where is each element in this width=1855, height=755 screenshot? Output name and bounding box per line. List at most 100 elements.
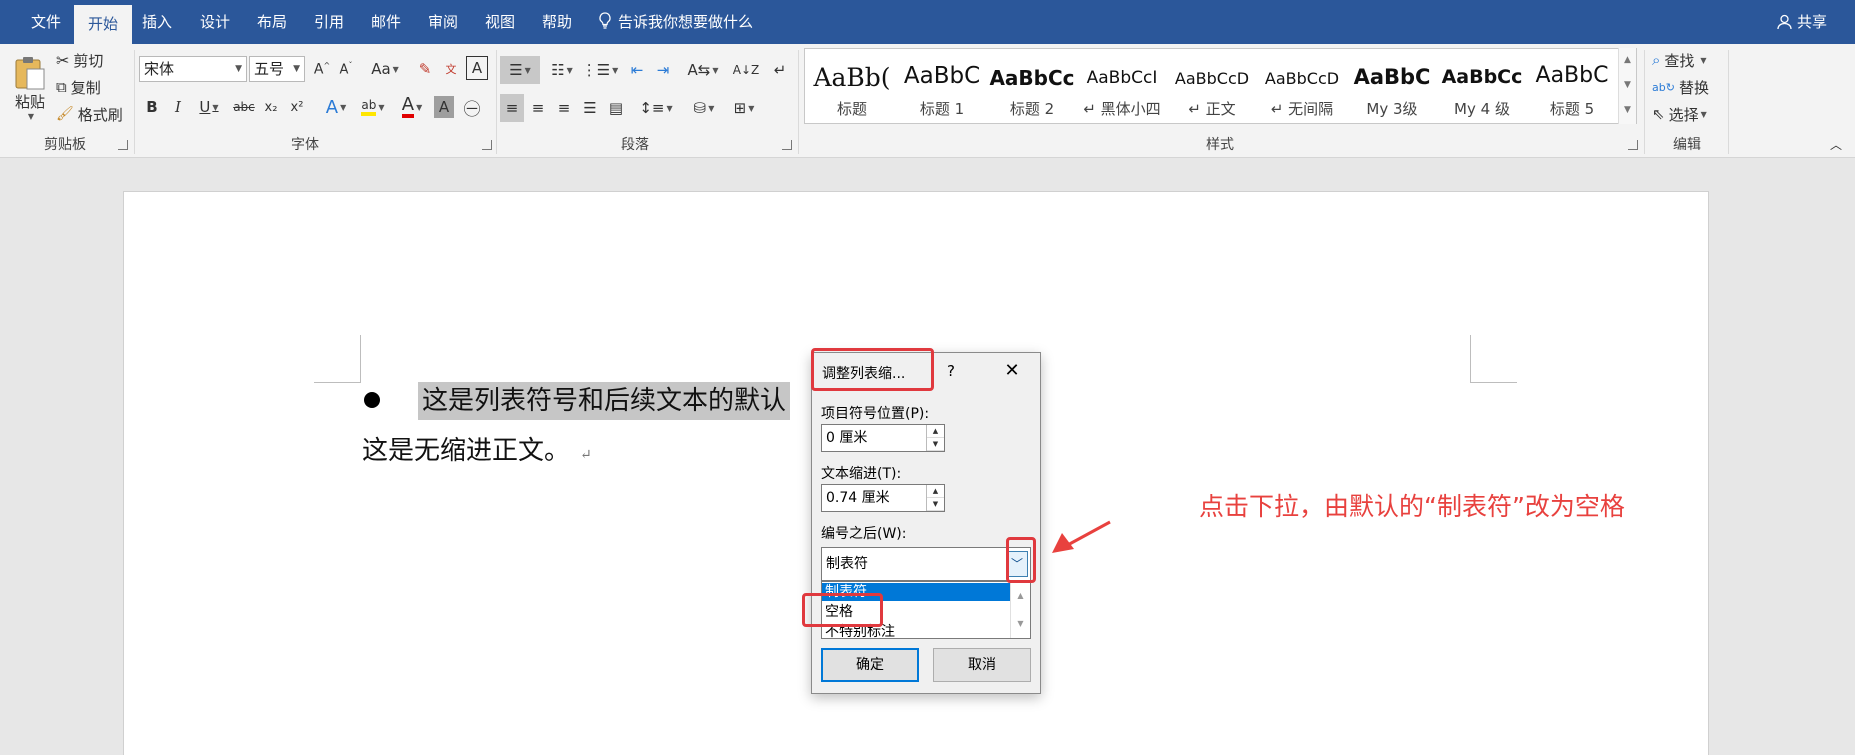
tell-me-search[interactable]: 告诉我你想要做什么 (598, 0, 753, 44)
chevron-down-icon: ▼ (712, 65, 719, 75)
bullet-position-spinner[interactable]: 0 厘米 ▲ ▼ (821, 424, 945, 452)
scroll-up-icon[interactable]: ▲ (1011, 582, 1030, 610)
style-item[interactable]: AaBbCc 标题 2 (987, 49, 1077, 123)
spin-down-icon[interactable]: ▼ (927, 498, 944, 511)
text-indent-spinner[interactable]: 0.74 厘米 ▲ ▼ (821, 484, 945, 512)
phonetic-guide-button[interactable]: 文 (440, 56, 462, 82)
change-case-button[interactable]: Aa ▼ (368, 56, 402, 82)
scroll-up-icon[interactable]: ▲ (1619, 48, 1636, 73)
grow-font-button[interactable]: A^ (312, 56, 332, 82)
shrink-font-button[interactable]: Aˇ (336, 56, 356, 82)
tab-design[interactable]: 设计 (190, 0, 240, 44)
copy-icon: ⧉ (56, 78, 67, 96)
scroll-down-icon[interactable]: ▼ (1011, 610, 1030, 638)
show-hide-marks-button[interactable]: ↵ (768, 56, 792, 84)
underline-button[interactable]: U ▼ (194, 94, 224, 120)
style-item[interactable]: AaBbC My 3级 (1347, 49, 1437, 123)
shading-button[interactable]: ⛁ ▼ (686, 94, 722, 122)
tab-insert[interactable]: 插入 (132, 0, 182, 44)
enclose-characters-button[interactable]: ㊀ (460, 94, 484, 120)
bullets-button[interactable]: ☰ ▼ (500, 56, 540, 84)
select-button[interactable]: ⇖ 选择 ▼ (1652, 102, 1707, 126)
selected-list-text[interactable]: 这是列表符号和后续文本的默认 (418, 382, 791, 420)
character-shading-button[interactable]: A (434, 96, 454, 118)
clipboard-launcher-icon[interactable] (118, 140, 128, 150)
justify-button[interactable]: ☰ (578, 94, 602, 122)
align-left-button[interactable]: ≡ (500, 94, 524, 122)
tab-help[interactable]: 帮助 (532, 0, 582, 44)
sort-button[interactable]: A↓Z (733, 56, 759, 84)
tab-home[interactable]: 开始 (74, 5, 132, 44)
style-item[interactable]: AaBbCcD ↵ 正文 (1167, 49, 1257, 123)
align-center-button[interactable]: ≡ (526, 94, 550, 122)
italic-button[interactable]: I (168, 94, 188, 120)
highlight-button[interactable]: ab ▼ (356, 94, 390, 120)
options-scrollbar[interactable]: ▲ ▼ (1010, 582, 1030, 638)
strikethrough-button[interactable]: abc (230, 94, 258, 120)
style-item[interactable]: AaBb(标题 (807, 49, 897, 123)
font-name-combo[interactable]: 宋体 ▼ (139, 56, 247, 82)
spin-up-icon[interactable]: ▲ (927, 485, 944, 498)
character-border-icon: A (471, 59, 483, 77)
text-effects-button[interactable]: A ▼ (320, 94, 352, 120)
tab-mailings[interactable]: 邮件 (361, 0, 411, 44)
style-item[interactable]: AaBbC 标题 5 (1527, 49, 1617, 123)
numbered-list-icon: ☷ (551, 61, 565, 79)
font-launcher-icon[interactable] (482, 140, 492, 150)
body-paragraph[interactable]: 这是无缩进正文。 ↵ (362, 430, 592, 467)
format-painter-button[interactable]: 🖌 格式刷 (56, 102, 123, 126)
chevron-up-icon: ︿ (1829, 137, 1842, 152)
tab-review[interactable]: 审阅 (418, 0, 468, 44)
numbering-button[interactable]: ☷ ▼ (544, 56, 580, 84)
line-spacing-button[interactable]: ↕≡ ▼ (638, 94, 674, 122)
cancel-button[interactable]: 取消 (933, 648, 1031, 682)
tab-references[interactable]: 引用 (304, 0, 354, 44)
spin-down-icon[interactable]: ▼ (927, 438, 944, 451)
decrease-indent-button[interactable]: ⇤ (626, 56, 648, 84)
copy-button[interactable]: ⧉ 复制 (56, 75, 101, 99)
tab-view[interactable]: 视图 (475, 0, 525, 44)
decrease-indent-icon: ⇤ (630, 61, 644, 79)
character-border-button[interactable]: A (466, 56, 488, 80)
font-color-button[interactable]: A ▼ (396, 94, 428, 120)
styles-gallery-scroller[interactable]: ▲ ▼ ▼ (1618, 48, 1636, 124)
find-button[interactable]: ⌕ 查找 ▼ (1652, 48, 1707, 72)
styles-launcher-icon[interactable] (1628, 140, 1638, 150)
align-right-button[interactable]: ≡ (552, 94, 576, 122)
spin-up-icon[interactable]: ▲ (927, 425, 944, 438)
ok-button[interactable]: 确定 (821, 648, 919, 682)
dialog-close-button[interactable]: ✕ (1002, 361, 1022, 381)
style-item[interactable]: AaBbCcI ↵ 黑体小四 (1077, 49, 1167, 123)
scroll-down-icon[interactable]: ▼ (1619, 73, 1636, 98)
bullet-dot-icon (364, 392, 380, 408)
style-item[interactable]: AaBbCcD ↵ 无间隔 (1257, 49, 1347, 123)
font-size-combo[interactable]: 五号 ▼ (249, 56, 305, 82)
tab-file[interactable]: 文件 (18, 0, 74, 44)
replace-button[interactable]: ab↻ 替换 (1652, 75, 1709, 99)
paste-button[interactable]: 粘贴 ▼ (8, 50, 52, 126)
distributed-button[interactable]: ▤ (604, 94, 628, 122)
style-item[interactable]: AaBbC 标题 1 (897, 49, 987, 123)
gallery-expand-icon[interactable]: ▼ (1619, 98, 1636, 123)
collapse-ribbon-button[interactable]: ︿ (1826, 136, 1846, 152)
subscript-button[interactable]: x₂ (260, 94, 282, 120)
share-button[interactable]: 共享 (1777, 0, 1827, 44)
superscript-button[interactable]: x² (286, 94, 308, 120)
style-item[interactable]: AaBbCc My 4 级 (1437, 49, 1527, 123)
text-effects-icon: A (325, 96, 339, 118)
bold-button[interactable]: B (142, 94, 162, 120)
paragraph-launcher-icon[interactable] (782, 140, 792, 150)
tab-layout[interactable]: 布局 (247, 0, 297, 44)
follow-number-combo[interactable]: 制表符 ﹀ (821, 547, 1031, 581)
chevron-down-icon: ▼ (1700, 55, 1707, 65)
chevron-down-icon: ▼ (566, 65, 573, 75)
select-label: 选择 (1668, 105, 1699, 124)
tell-me-label: 告诉我你想要做什么 (618, 13, 754, 31)
increase-indent-button[interactable]: ⇥ (652, 56, 674, 84)
multilevel-list-button[interactable]: ⋮☰ ▼ (582, 56, 619, 84)
clear-formatting-button[interactable]: ✎ (414, 56, 436, 82)
chinese-layout-button[interactable]: A⇆ ▼ (686, 56, 720, 84)
cut-button[interactable]: ✂ 剪切 (56, 48, 103, 72)
dialog-help-button[interactable]: ? (947, 362, 955, 380)
borders-button[interactable]: ⊞ ▼ (726, 94, 762, 122)
